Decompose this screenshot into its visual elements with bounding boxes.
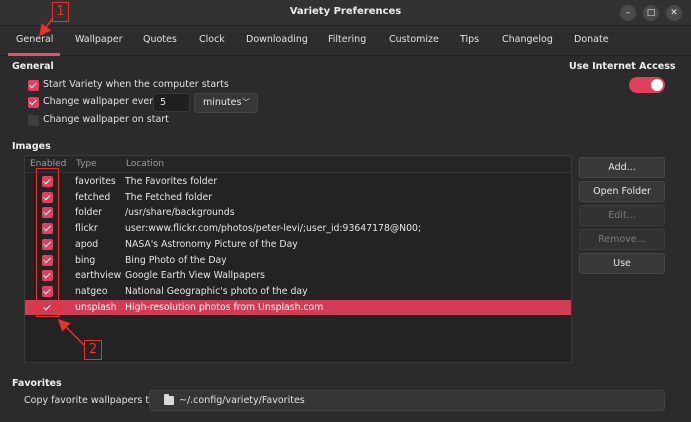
annotation-arrow-1 (39, 17, 54, 37)
annotation-arrows (39, 17, 85, 346)
annotation-arrow-2 (57, 318, 85, 346)
